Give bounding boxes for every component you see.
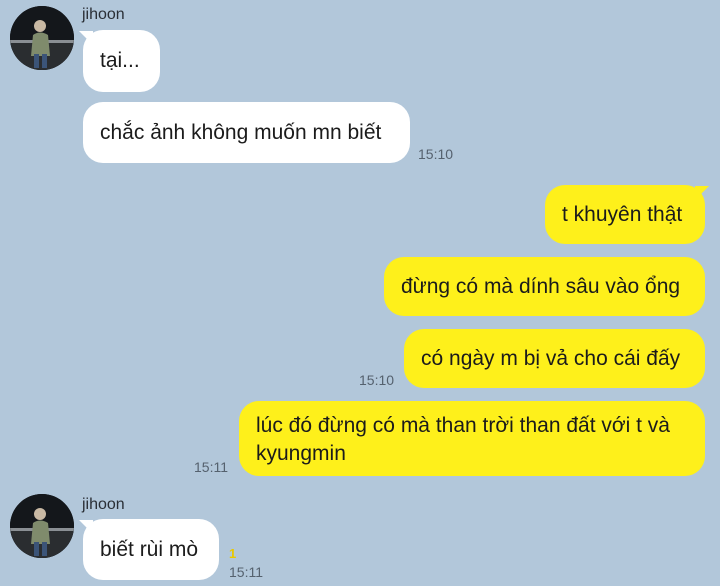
message-text: lúc đó đừng có mà than trời than đất với… [256, 414, 670, 465]
sender-name: jihoon [82, 496, 125, 513]
outgoing-message[interactable]: đừng có mà dính sâu vào ổng [384, 257, 705, 316]
message-text: tại... [100, 49, 140, 72]
unread-count: 1 [229, 546, 237, 561]
message-timestamp: 15:10 [418, 146, 454, 162]
incoming-message[interactable]: biết rùi mò [83, 519, 219, 580]
outgoing-message[interactable]: có ngày m bị vả cho cái đấy [404, 329, 705, 388]
message-text: có ngày m bị vả cho cái đấy [421, 346, 681, 370]
message-timestamp: 15:11 [194, 459, 228, 475]
outgoing-message[interactable]: t khuyên thật [545, 185, 705, 244]
message-text: biết rùi mò [100, 537, 199, 561]
sender-avatar[interactable] [10, 6, 74, 70]
profile-photo-icon [10, 6, 74, 70]
message-text: t khuyên thật [562, 202, 683, 226]
profile-photo-icon [10, 494, 74, 558]
sender-name: jihoon [82, 6, 125, 23]
outgoing-message[interactable]: lúc đó đừng có mà than trời than đất với… [239, 401, 705, 476]
message-text: chắc ảnh không muốn mn biết [100, 120, 382, 144]
message-timestamp: 15:10 [359, 372, 395, 388]
incoming-message[interactable]: chắc ảnh không muốn mn biết [83, 102, 410, 163]
message-timestamp: 15:11 [229, 564, 263, 580]
sender-avatar[interactable] [10, 494, 74, 558]
incoming-message[interactable]: tại... [83, 30, 160, 92]
message-text: đừng có mà dính sâu vào ổng [401, 274, 681, 298]
